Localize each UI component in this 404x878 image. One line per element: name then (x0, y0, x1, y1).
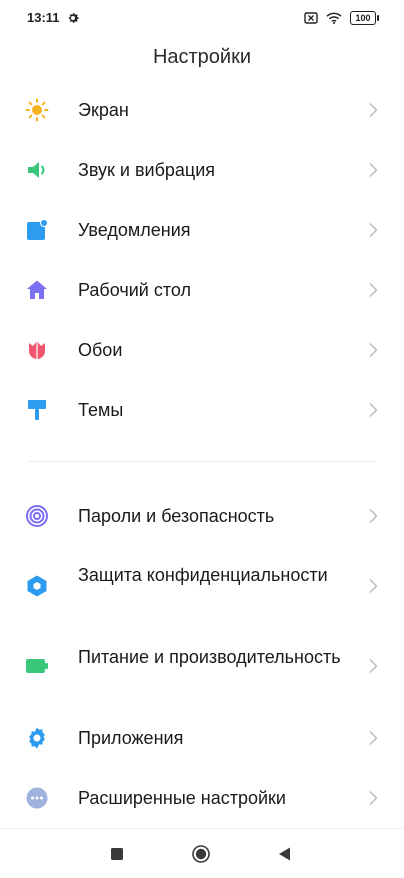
chevron-right-icon (369, 282, 378, 298)
section-divider (28, 461, 376, 462)
chevron-right-icon (369, 730, 378, 746)
settings-item-label: Приложения (78, 728, 184, 748)
chevron-right-icon (369, 790, 378, 806)
gear-icon (29, 727, 45, 749)
settings-item-label: Питание и производительность (78, 647, 341, 667)
settings-item-label: Обои (78, 340, 123, 360)
wifi-icon (326, 12, 342, 24)
settings-item-label: Защита конфиденциальности (78, 565, 328, 585)
battery-icon (26, 659, 48, 673)
settings-item-label: Экран (78, 100, 129, 120)
status-bar: 13:11 100 (0, 0, 404, 36)
settings-item-label: Расширенные настройки (78, 788, 286, 808)
settings-item-label: Уведомления (78, 220, 191, 240)
battery-indicator: 100 (350, 11, 379, 25)
page-title: Настройки (152, 46, 252, 68)
speaker-icon (28, 162, 45, 178)
settings-item-label: Звук и вибрация (78, 160, 216, 180)
brush-icon (28, 400, 46, 420)
chevron-right-icon (369, 162, 378, 178)
fingerprint-icon (26, 505, 48, 527)
chevron-right-icon (369, 342, 378, 358)
settings-status-icon (68, 13, 79, 23)
settings-item-home-screen[interactable]: Рабочий стол (0, 260, 404, 320)
chevron-right-icon (369, 222, 378, 238)
settings-item-display[interactable]: Экран (0, 80, 404, 140)
settings-item-sound[interactable]: Звук и вибрация (0, 140, 404, 200)
more-icon (26, 787, 48, 809)
settings-item-label: Пароли и безопасность (78, 506, 275, 526)
settings-item-privacy[interactable]: Защита конфиденциальности (0, 554, 404, 618)
settings-item-themes[interactable]: Темы (0, 380, 404, 440)
notifications-icon (27, 219, 48, 240)
shield-icon (27, 575, 47, 597)
status-time: 13:11 (27, 10, 60, 25)
sim-off-icon (304, 12, 318, 24)
settings-item-label: Рабочий стол (78, 280, 191, 300)
sun-icon (25, 98, 49, 122)
chevron-right-icon (369, 402, 378, 418)
chevron-right-icon (369, 578, 378, 594)
home-icon (27, 280, 47, 299)
settings-item-notifications[interactable]: Уведомления (0, 200, 404, 260)
back-button[interactable] (275, 844, 295, 864)
navigation-bar (0, 828, 404, 878)
home-button[interactable] (191, 844, 211, 864)
settings-item-apps[interactable]: Приложения (0, 708, 404, 768)
settings-item-wallpaper[interactable]: Обои (0, 320, 404, 380)
tulip-icon (29, 341, 45, 359)
settings-item-label: Темы (78, 400, 124, 420)
settings-item-passwords-security[interactable]: Пароли и безопасность (0, 486, 404, 546)
settings-item-battery-performance[interactable]: Питание и производительность (0, 634, 404, 698)
chevron-right-icon (369, 102, 378, 118)
chevron-right-icon (369, 658, 378, 674)
battery-level: 100 (355, 13, 371, 23)
chevron-right-icon (369, 508, 378, 524)
recent-apps-button[interactable] (107, 844, 127, 864)
settings-item-advanced[interactable]: Расширенные настройки (0, 768, 404, 828)
